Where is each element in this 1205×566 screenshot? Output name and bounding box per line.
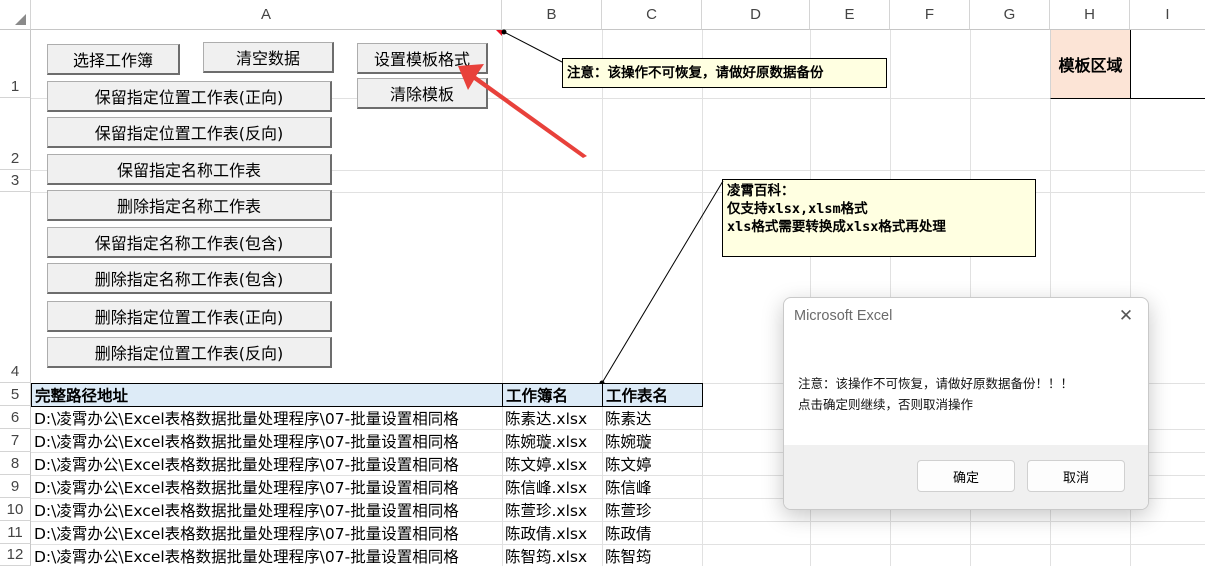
cell-sheet[interactable]: 陈婉璇 xyxy=(602,430,702,452)
red-arrow-icon xyxy=(458,64,587,158)
cell-sheet[interactable]: 陈政倩 xyxy=(602,522,702,544)
cell-path[interactable]: D:\凌霄办公\Excel表格数据批量处理程序\07-批量设置相同格 xyxy=(31,522,502,544)
cell-path[interactable]: D:\凌霄办公\Excel表格数据批量处理程序\07-批量设置相同格 xyxy=(31,476,502,498)
cell-book[interactable]: 陈信峰.xlsx xyxy=(502,476,602,498)
table-header-sheet[interactable]: 工作表名 xyxy=(602,383,703,407)
ok-button[interactable]: 确定 xyxy=(917,460,1015,492)
comment-connector xyxy=(503,31,563,63)
cell-path[interactable]: D:\凌霄办公\Excel表格数据批量处理程序\07-批量设置相同格 xyxy=(31,430,502,452)
cancel-button[interactable]: 取消 xyxy=(1027,460,1125,492)
table-header-book[interactable]: 工作簿名 xyxy=(502,383,602,407)
table-header-path[interactable]: 完整路径地址 xyxy=(31,383,502,407)
cell-sheet[interactable]: 陈文婷 xyxy=(602,453,702,475)
cell-book[interactable]: 陈智筠.xlsx xyxy=(502,545,602,566)
cell-book[interactable]: 陈萱珍.xlsx xyxy=(502,499,602,521)
cell-path[interactable]: D:\凌霄办公\Excel表格数据批量处理程序\07-批量设置相同格 xyxy=(31,407,502,429)
connector-dot-icon xyxy=(501,29,507,35)
dialog-message-line: 注意：该操作不可恢复，请做好原数据备份！！！ xyxy=(798,376,1074,391)
cell-path[interactable]: D:\凌霄办公\Excel表格数据批量处理程序\07-批量设置相同格 xyxy=(31,499,502,521)
cell-sheet[interactable]: 陈智筠 xyxy=(602,545,702,566)
comment-connector xyxy=(601,180,724,384)
cell-book[interactable]: 陈文婷.xlsx xyxy=(502,453,602,475)
cell-sheet[interactable]: 陈素达 xyxy=(602,407,702,429)
cell-sheet[interactable]: 陈信峰 xyxy=(602,476,702,498)
cell-book[interactable]: 陈婉璇.xlsx xyxy=(502,430,602,452)
message-dialog: Microsoft Excel ✕ 注意：该操作不可恢复，请做好原数据备份！！！… xyxy=(783,297,1149,510)
dialog-message: 注意：该操作不可恢复，请做好原数据备份！！！ 点击确定则继续，否则取消操作 xyxy=(798,373,1073,415)
dialog-message-line: 点击确定则继续，否则取消操作 xyxy=(798,397,974,412)
cell-path[interactable]: D:\凌霄办公\Excel表格数据批量处理程序\07-批量设置相同格 xyxy=(31,453,502,475)
cell-book[interactable]: 陈政倩.xlsx xyxy=(502,522,602,544)
close-icon[interactable]: ✕ xyxy=(1116,306,1136,326)
cell-sheet[interactable]: 陈萱珍 xyxy=(602,499,702,521)
dialog-footer: 确定 取消 xyxy=(784,445,1148,509)
cell-path[interactable]: D:\凌霄办公\Excel表格数据批量处理程序\07-批量设置相同格 xyxy=(31,545,502,566)
cell-book[interactable]: 陈素达.xlsx xyxy=(502,407,602,429)
dialog-title: Microsoft Excel xyxy=(794,308,893,324)
